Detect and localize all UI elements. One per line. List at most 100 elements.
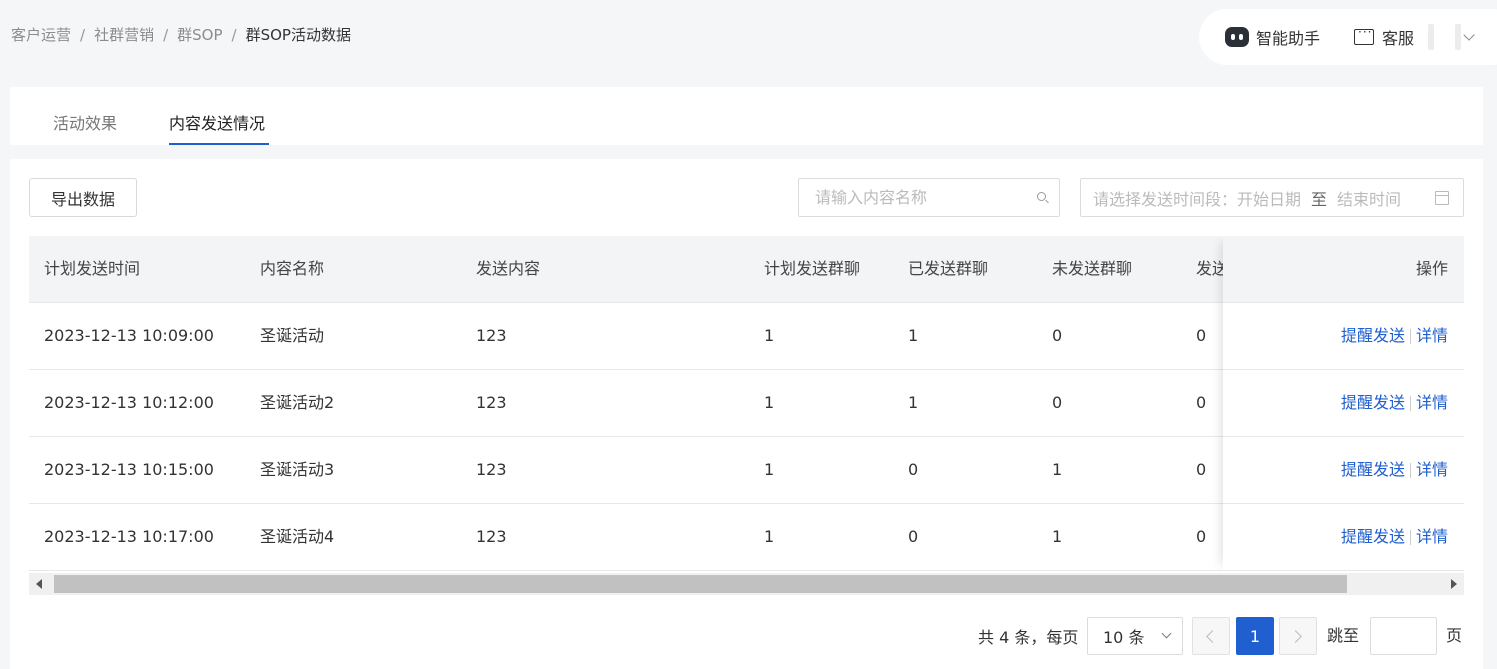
service-button[interactable]: 客服: [1320, 25, 1414, 49]
col-send-content: 发送内容: [476, 259, 541, 278]
divider: [1409, 529, 1411, 545]
cell-unsent: 1: [1052, 460, 1063, 479]
cell-other: 0: [1196, 527, 1207, 546]
breadcrumb-item-customer-ops[interactable]: 客户运营: [11, 24, 71, 45]
detail-link[interactable]: 详情: [1416, 437, 1448, 503]
col-planned-groups: 计划发送群聊: [764, 259, 861, 278]
detail-link[interactable]: 详情: [1416, 370, 1448, 436]
data-table: 计划发送时间 内容名称 发送内容 计划发送群聊 已发送群聊 未发送群聊 发送 2…: [29, 236, 1464, 571]
action-column: 操作 提醒发送 详情 提醒发送 详情 提醒发送 详情 提醒发送 详情: [1223, 236, 1464, 571]
divider: [1409, 462, 1411, 478]
content-panel: 导出数据 请选择发送时间段：开始日期 至 结束时间 计划发送时间 内容名称 发送…: [10, 159, 1483, 669]
tab-activity-effect[interactable]: 活动效果: [53, 110, 117, 134]
cell-name: 圣诞活动2: [260, 393, 335, 412]
jump-label: 跳至: [1327, 626, 1360, 645]
tab-bar: 活动效果 内容发送情况: [10, 87, 1483, 145]
active-tab-indicator: [169, 143, 269, 145]
page-1-button[interactable]: 1: [1236, 617, 1274, 655]
cell-unsent: 0: [1052, 326, 1063, 345]
user-name[interactable]: [1455, 24, 1462, 50]
cell-name: 圣诞活动4: [260, 527, 335, 546]
cell-sent: 1: [908, 393, 919, 412]
cell-time: 2023-12-13 10:09:00: [44, 326, 214, 345]
chevron-down-icon[interactable]: [1463, 28, 1475, 41]
cell-other: 0: [1196, 393, 1207, 412]
scrollbar-thumb[interactable]: [54, 575, 1347, 593]
search-icon[interactable]: [1037, 192, 1046, 201]
action-column-header: 操作: [1223, 236, 1464, 303]
date-range-separator: 至: [1311, 189, 1328, 209]
cell-planned: 1: [764, 326, 775, 345]
breadcrumb-current: 群SOP活动数据: [245, 26, 351, 44]
jump-page-input[interactable]: [1370, 617, 1437, 655]
page-size-value: 10 条: [1103, 628, 1145, 647]
user-avatar[interactable]: [1428, 24, 1435, 50]
cell-time: 2023-12-13 10:15:00: [44, 460, 214, 479]
cell-unsent: 0: [1052, 393, 1063, 412]
page-size-select[interactable]: 10 条: [1087, 617, 1183, 655]
search-input[interactable]: [815, 188, 1025, 207]
row-actions: 提醒发送 详情: [1223, 370, 1464, 437]
cell-time: 2023-12-13 10:12:00: [44, 393, 214, 412]
cell-sent: 1: [908, 326, 919, 345]
cell-sent: 0: [908, 527, 919, 546]
assistant-button[interactable]: 智能助手: [1225, 25, 1320, 49]
remind-send-link[interactable]: 提醒发送: [1341, 437, 1405, 503]
horizontal-scrollbar[interactable]: [29, 573, 1464, 595]
date-start-placeholder[interactable]: 请选择发送时间段：开始日期: [1093, 186, 1301, 210]
row-actions: 提醒发送 详情: [1223, 437, 1464, 504]
col-planned-time: 计划发送时间: [44, 259, 141, 278]
cell-name: 圣诞活动: [260, 326, 325, 345]
cell-content: 123: [476, 527, 507, 546]
col-actions: 操作: [1415, 259, 1448, 278]
chevron-down-icon: [1161, 628, 1172, 639]
cell-content: 123: [476, 326, 507, 345]
breadcrumb-separator: /: [231, 25, 237, 44]
scroll-left-icon[interactable]: [36, 579, 42, 589]
cell-planned: 1: [764, 460, 775, 479]
remind-send-link[interactable]: 提醒发送: [1341, 303, 1405, 369]
detail-link[interactable]: 详情: [1416, 504, 1448, 570]
col-content-name: 内容名称: [260, 259, 325, 278]
cell-name: 圣诞活动3: [260, 460, 335, 479]
cell-other: 0: [1196, 460, 1207, 479]
cell-sent: 0: [908, 460, 919, 479]
divider: [1409, 328, 1411, 344]
tab-content-sending[interactable]: 内容发送情况: [169, 110, 265, 134]
pagination-total: 共 4 条，每页: [978, 628, 1079, 647]
row-actions: 提醒发送 详情: [1223, 303, 1464, 370]
breadcrumb-separator: /: [80, 25, 86, 44]
page-suffix: 页: [1446, 626, 1463, 645]
calendar-icon: [1435, 191, 1449, 205]
chat-icon: [1354, 25, 1375, 45]
header-actions: 智能助手 客服: [1199, 9, 1497, 65]
detail-link[interactable]: 详情: [1416, 303, 1448, 369]
assistant-label: 智能助手: [1256, 29, 1321, 48]
breadcrumb-separator: /: [163, 25, 169, 44]
export-data-button[interactable]: 导出数据: [29, 178, 137, 217]
next-page-button[interactable]: [1279, 617, 1317, 655]
breadcrumb-item-group-sop[interactable]: 群SOP: [177, 24, 222, 45]
date-range-picker[interactable]: 请选择发送时间段：开始日期 至 结束时间: [1080, 178, 1464, 217]
remind-send-link[interactable]: 提醒发送: [1341, 504, 1405, 570]
date-end-placeholder[interactable]: 结束时间: [1337, 186, 1401, 210]
cell-planned: 1: [764, 393, 775, 412]
robot-icon: [1225, 27, 1249, 47]
col-sent-groups: 已发送群聊: [908, 259, 989, 278]
row-actions: 提醒发送 详情: [1223, 504, 1464, 571]
breadcrumb: 客户运营 / 社群营销 / 群SOP / 群SOP活动数据: [11, 24, 351, 45]
content-search: [798, 178, 1060, 217]
divider: [1409, 395, 1411, 411]
cell-content: 123: [476, 393, 507, 412]
remind-send-link[interactable]: 提醒发送: [1341, 370, 1405, 436]
cell-time: 2023-12-13 10:17:00: [44, 527, 214, 546]
breadcrumb-item-community-marketing[interactable]: 社群营销: [94, 24, 154, 45]
scroll-right-icon[interactable]: [1451, 579, 1457, 589]
prev-page-button[interactable]: [1192, 617, 1230, 655]
col-unsent-groups: 未发送群聊: [1052, 259, 1133, 278]
cell-other: 0: [1196, 326, 1207, 345]
cell-planned: 1: [764, 527, 775, 546]
cell-unsent: 1: [1052, 527, 1063, 546]
service-label: 客服: [1382, 29, 1415, 48]
cell-content: 123: [476, 460, 507, 479]
